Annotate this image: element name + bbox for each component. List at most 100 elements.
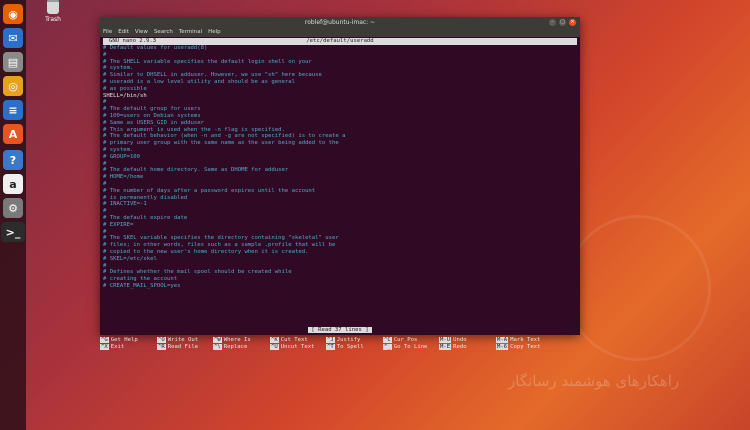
file-line: # [103,99,107,106]
shortcut-label: Get Help [110,337,138,343]
shortcut-item: ^J Justify [326,337,360,344]
shortcut-row: ^G Get Help ^O Write Out ^W Where Is ^K Cut Tex… [100,337,580,344]
shortcut-key: M-E [439,344,452,350]
file-line: SHELL=/bin/sh [103,92,147,99]
menu-file[interactable]: File [103,28,112,37]
writer-icon[interactable]: ≡ [3,100,23,120]
desktop-trash[interactable]: Trash [42,0,64,23]
status-text: [ Read 37 lines ] [308,327,372,333]
menu-view[interactable]: View [135,28,148,37]
shortcut-item: ^C Cur Pos [383,337,417,344]
shortcut-key: ^J [326,337,335,343]
shortcut-key: ^U [270,344,279,350]
shortcut-key: ^R [157,344,166,350]
shortcut-label: Redo [453,344,467,350]
file-line: # [103,160,107,167]
files-icon[interactable]: ▤ [3,52,23,72]
file-line: # The default expire date [103,214,188,221]
shortcut-key: ^K [270,337,279,343]
file-line: # Defines whether the mail spool should … [103,269,292,276]
file-line: # The default behavior (when -n and -g a… [103,133,346,140]
file-lines[interactable]: # Default values for useradd(8) # # The SH… [100,45,580,290]
launcher: ◉ ✉ ▤ ◎ ≡ A? a ⚙ >_ [0,0,26,430]
shortcut-label: Cur Pos [393,337,418,343]
shortcut-key: ^_ [383,344,392,350]
shortcut-key: M-A [496,337,509,343]
thunderbird-icon[interactable]: ✉ [3,28,23,48]
file-line: # Same as USERS_GID in adduser [103,119,205,126]
shortcut-label: Where Is [223,337,251,343]
shortcut-item: M-E Redo [439,344,467,351]
file-line: # system. [103,65,134,72]
window-title: roblef@ubuntu-imac: ~ [304,19,376,26]
shortcut-key: ^X [100,344,109,350]
shortcut-item: ^T To Spell [326,344,364,351]
shortcut-label: To Spell [336,344,364,350]
file-line: # primary user group with the same name … [103,140,339,147]
file-line: # The number of days after a password ex… [103,187,316,194]
file-line: # is permanently disabled [103,194,188,201]
menu-edit[interactable]: Edit [118,28,129,37]
shortcut-label: Uncut Text [280,344,315,350]
shortcut-key: ^C [383,337,392,343]
menu-help[interactable]: Help [208,28,221,37]
file-line: # [103,51,107,58]
shortcut-key: M-6 [496,344,509,350]
shortcut-label: Copy Text [510,344,541,350]
shortcut-item: M-U Undo [439,337,467,344]
amazon-icon[interactable]: a [3,174,23,194]
shortcut-label: Go To Line [393,344,428,350]
file-line: # CREATE_MAIL_SPOOL=yes [103,282,181,289]
shortcut-item: ^_ Go To Line [383,344,427,351]
shortcut-item: ^U Uncut Text [270,344,314,351]
file-line: # The SHELL variable specifies the defau… [103,58,312,65]
file-line: # [103,180,107,187]
menubar: File Edit View Search Terminal Help [100,28,580,37]
file-line: # This argument is used when the -n flag… [103,126,285,133]
nano-shortcuts: ^G Get Help ^O Write Out ^W Where Is ^K Cut Tex… [100,337,580,351]
shortcut-label: Justify [336,337,361,343]
shortcut-item: M-A Mark Text [496,337,540,344]
shortcut-item: ^X Exit [100,344,124,351]
shortcut-label: Write Out [167,337,199,343]
file-line: # SKEL=/etc/skel [103,255,157,262]
nano-filename: /etc/default/useradd [306,38,374,44]
shortcut-item: ^G Get Help [100,337,138,344]
file-line: # HOME=/home [103,174,144,181]
file-line: # GROUP=100 [103,153,141,160]
maximize-button[interactable]: □ [559,19,566,26]
shortcut-item: ^R Read File [157,344,198,351]
window-titlebar[interactable]: roblef@ubuntu-imac: ~ – □ × [100,17,580,28]
settings-icon[interactable]: ⚙ [3,198,23,218]
file-line: # [103,262,107,269]
rhythmbox-icon[interactable]: ◎ [3,76,23,96]
software-center-icon[interactable]: A [3,124,23,144]
file-line: # creating the account [103,276,178,283]
shortcut-item: M-6 Copy Text [496,344,540,351]
trash-icon [47,0,59,14]
watermark: راهکارهای هوشمند رسانگار [508,372,680,390]
nano-header: GNU nano 2.9.3 /etc/default/useradd [103,38,577,45]
terminal-icon[interactable]: >_ [1,222,25,242]
shortcut-row: ^X Exit ^R Read File ^\ Replace ^U Uncut Text ^T… [100,344,580,351]
file-line: # The default group for users [103,106,201,113]
menu-terminal[interactable]: Terminal [179,28,202,37]
wallpaper-swirl [565,215,711,361]
shortcut-item: ^\ Replace [213,344,247,351]
firefox-icon[interactable]: ◉ [3,4,23,24]
minimize-button[interactable]: – [549,19,556,26]
terminal-content[interactable]: GNU nano 2.9.3 /etc/default/useradd # De… [100,37,580,350]
terminal-window[interactable]: roblef@ubuntu-imac: ~ – □ × File Edit Vi… [100,17,580,350]
shortcut-item: ^W Where Is [213,337,251,344]
file-line: # EXPIRE= [103,221,134,228]
shortcut-item: ^O Write Out [157,337,198,344]
shortcut-key: ^T [326,344,335,350]
help-icon[interactable]: ? [3,150,23,170]
close-button[interactable]: × [569,19,576,26]
file-line: # [103,228,107,235]
file-line: # [103,208,107,215]
menu-search[interactable]: Search [154,28,173,37]
file-line: # 100=users on Debian systems [103,112,201,119]
shortcut-key: M-U [439,337,452,343]
file-line: # Default values for useradd(8) [103,45,208,51]
